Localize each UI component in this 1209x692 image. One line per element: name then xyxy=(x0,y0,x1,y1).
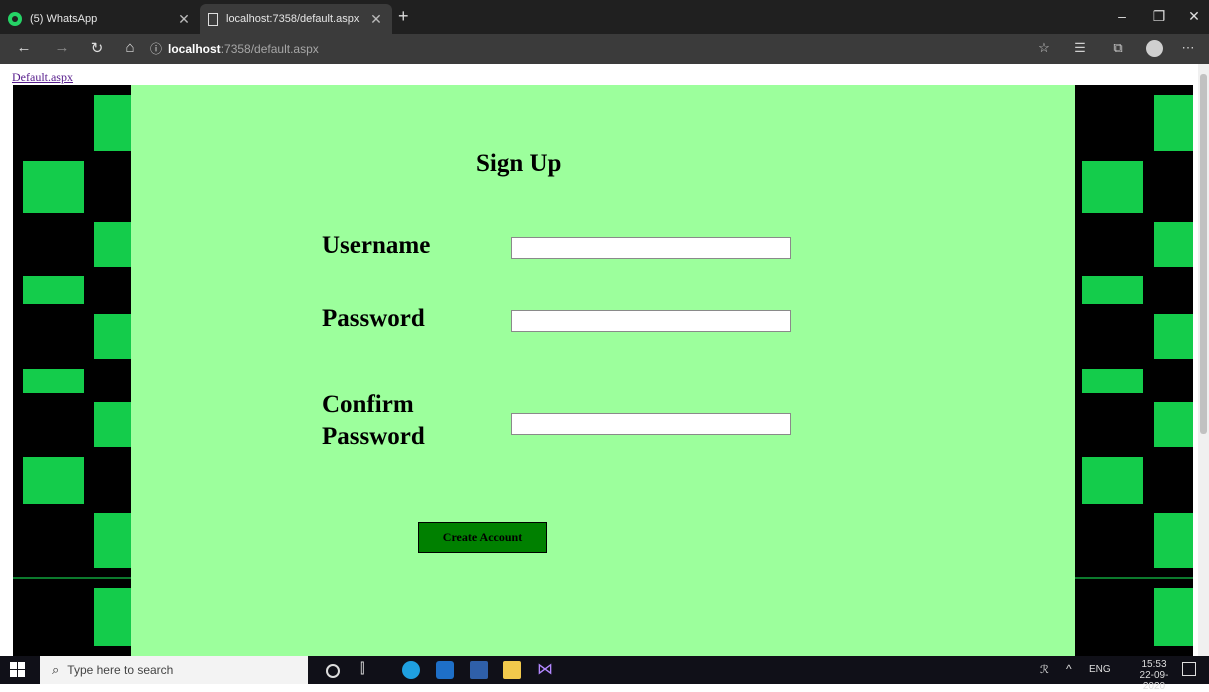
green-block xyxy=(94,314,131,359)
divider xyxy=(1075,577,1193,579)
minimize-icon[interactable]: – xyxy=(1112,8,1132,24)
language-indicator[interactable]: ENG xyxy=(1089,664,1111,675)
home-icon[interactable]: ⌂ xyxy=(120,39,140,56)
confirm-label-line2: Password xyxy=(322,423,425,450)
right-decorative-panel xyxy=(1075,85,1193,656)
clock-date: 22-09-2020 xyxy=(1139,670,1169,692)
close-tab-icon[interactable]: ✕ xyxy=(368,11,384,28)
address-input[interactable]: localhost:7358/default.aspx xyxy=(168,42,319,56)
collections-icon[interactable]: ⧉ xyxy=(1108,40,1128,56)
search-placeholder: Type here to search xyxy=(67,663,174,677)
tab-label: (5) WhatsApp xyxy=(30,13,98,25)
green-block xyxy=(94,402,131,447)
username-input[interactable] xyxy=(511,237,791,259)
tab-default-aspx[interactable]: localhost:7358/default.aspx ✕ xyxy=(200,4,392,34)
green-block xyxy=(23,457,84,504)
password-label: Password xyxy=(322,305,425,332)
vertical-scrollbar[interactable] xyxy=(1198,64,1209,656)
green-block xyxy=(1082,276,1143,304)
visual-studio-icon[interactable]: ⋈ xyxy=(537,659,555,678)
password-input[interactable] xyxy=(511,310,791,332)
tab-strip: (5) WhatsApp ✕ localhost:7358/default.as… xyxy=(0,0,1209,34)
green-block xyxy=(23,276,84,304)
green-block xyxy=(1154,222,1193,267)
divider xyxy=(13,577,131,579)
search-icon: ⌕ xyxy=(52,662,60,677)
file-explorer-icon[interactable] xyxy=(503,661,521,679)
green-block xyxy=(1082,161,1143,213)
taskbar-search-box[interactable]: ⌕ Type here to search xyxy=(40,656,308,684)
tab-whatsapp[interactable]: (5) WhatsApp ✕ xyxy=(0,4,200,34)
site-info-icon[interactable]: ⓘ xyxy=(150,40,162,57)
close-tab-icon[interactable]: ✕ xyxy=(176,11,192,28)
restore-icon[interactable]: ❐ xyxy=(1149,8,1169,25)
left-decorative-panel xyxy=(13,85,131,656)
refresh-icon[interactable]: ↻ xyxy=(87,39,107,57)
edge-browser-icon[interactable] xyxy=(402,661,420,679)
taskbar: ⌕ Type here to search ⫿ ⋈ ℛ ^ ENG 15:53 … xyxy=(0,656,1209,692)
url-host: localhost xyxy=(168,42,221,56)
green-block xyxy=(1154,95,1193,151)
more-menu-icon[interactable]: ⋯ xyxy=(1178,40,1198,56)
favorite-star-icon[interactable]: ☆ xyxy=(1034,40,1054,56)
people-icon[interactable]: ℛ xyxy=(1040,663,1049,676)
green-block xyxy=(1154,588,1193,646)
page-viewport: Default.aspx Sign Up Username Password C… xyxy=(0,64,1198,656)
green-block xyxy=(1154,314,1193,359)
address-bar-row: ← → ↻ ⌂ ⓘ localhost:7358/default.aspx ☆ … xyxy=(0,34,1209,64)
cortana-icon[interactable] xyxy=(326,664,340,678)
green-block xyxy=(94,513,131,568)
app-icon[interactable] xyxy=(470,661,488,679)
tab-label: localhost:7358/default.aspx xyxy=(226,13,360,25)
page-title: Sign Up xyxy=(476,150,562,177)
signup-form-area: Sign Up Username Password Confirm Passwo… xyxy=(131,85,1075,656)
chevron-up-icon[interactable]: ^ xyxy=(1066,662,1072,676)
green-block xyxy=(94,588,131,646)
notification-icon[interactable] xyxy=(1182,662,1196,676)
favorites-list-icon[interactable]: ☰ xyxy=(1070,40,1090,56)
green-block xyxy=(1082,457,1143,504)
forward-icon[interactable]: → xyxy=(52,39,72,56)
scrollbar-thumb[interactable] xyxy=(1200,74,1207,434)
confirm-label-line1: Confirm xyxy=(322,391,414,418)
whatsapp-icon xyxy=(8,12,22,26)
green-block xyxy=(23,161,84,213)
green-block xyxy=(1154,402,1193,447)
username-label: Username xyxy=(322,232,431,259)
green-block xyxy=(23,369,84,393)
green-block xyxy=(94,95,131,151)
task-view-icon[interactable]: ⫿ xyxy=(360,660,378,678)
clock-time: 15:53 xyxy=(1141,659,1167,670)
green-block xyxy=(1154,513,1193,568)
default-aspx-link[interactable]: Default.aspx xyxy=(12,70,73,85)
page-icon xyxy=(208,12,218,26)
create-account-button[interactable]: Create Account xyxy=(418,522,547,553)
green-block xyxy=(94,222,131,267)
url-path: :7358/default.aspx xyxy=(220,42,319,56)
windows-start-icon[interactable] xyxy=(10,662,26,678)
green-block xyxy=(1082,369,1143,393)
close-window-icon[interactable]: ✕ xyxy=(1184,8,1204,25)
profile-avatar[interactable] xyxy=(1146,40,1163,57)
mail-icon[interactable] xyxy=(436,661,454,679)
confirm-password-input[interactable] xyxy=(511,413,791,435)
back-icon[interactable]: ← xyxy=(14,39,34,56)
new-tab-icon[interactable]: + xyxy=(398,6,409,27)
clock[interactable]: 15:53 22-09-2020 xyxy=(1130,659,1178,692)
